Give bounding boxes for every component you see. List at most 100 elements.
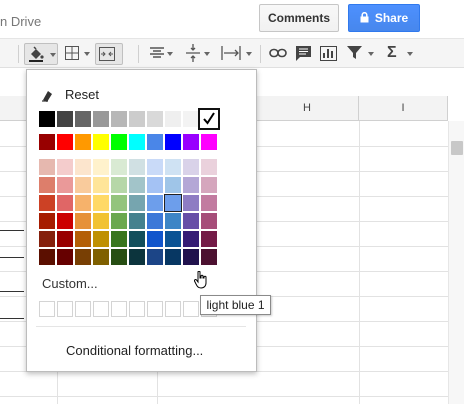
color-swatch-bright-3[interactable] — [75, 134, 91, 150]
color-swatch-shade5-3[interactable] — [75, 231, 91, 247]
color-swatch-shade2-9[interactable] — [183, 177, 199, 193]
hovered-color-swatch[interactable] — [164, 194, 182, 212]
color-swatch-shade4-7[interactable] — [147, 213, 163, 229]
color-swatch-shade4-3[interactable] — [75, 213, 91, 229]
color-swatch-gray-4[interactable] — [93, 111, 109, 127]
insert-comment-button[interactable] — [294, 43, 314, 65]
column-header-i[interactable]: I — [359, 96, 448, 121]
custom-color-slot[interactable] — [93, 301, 109, 317]
color-swatch-shade6-2[interactable] — [57, 249, 73, 265]
color-swatch-shade1-1[interactable] — [39, 159, 55, 175]
color-swatch-shade6-6[interactable] — [129, 249, 145, 265]
color-swatch-bright-10[interactable] — [201, 134, 217, 150]
color-swatch-bright-8[interactable] — [165, 134, 181, 150]
color-swatch-shade4-5[interactable] — [111, 213, 127, 229]
color-swatch-bright-5[interactable] — [111, 134, 127, 150]
color-swatch-shade3-4[interactable] — [93, 195, 109, 211]
column-header-h[interactable]: H — [256, 96, 359, 121]
borders-button[interactable] — [62, 43, 92, 65]
color-swatch-shade3-9[interactable] — [183, 195, 199, 211]
color-swatch-shade5-6[interactable] — [129, 231, 145, 247]
custom-color-slot[interactable] — [57, 301, 73, 317]
share-button[interactable]: Share — [348, 4, 420, 32]
color-swatch-shade2-7[interactable] — [147, 177, 163, 193]
color-swatch-shade4-8[interactable] — [165, 213, 181, 229]
color-swatch-shade3-3[interactable] — [75, 195, 91, 211]
custom-color-slot[interactable] — [75, 301, 91, 317]
color-swatch-shade6-8[interactable] — [165, 249, 181, 265]
color-swatch-shade1-3[interactable] — [75, 159, 91, 175]
color-swatch-bright-9[interactable] — [183, 134, 199, 150]
color-swatch-gray-2[interactable] — [57, 111, 73, 127]
functions-button[interactable]: Σ — [386, 43, 416, 65]
custom-color-slot[interactable] — [147, 301, 163, 317]
color-swatch-shade1-6[interactable] — [129, 159, 145, 175]
color-swatch-shade6-1[interactable] — [39, 249, 55, 265]
color-swatch-bright-7[interactable] — [147, 134, 163, 150]
color-swatch-shade3-7[interactable] — [147, 195, 163, 211]
color-swatch-shade3-5[interactable] — [111, 195, 127, 211]
color-swatch-shade2-1[interactable] — [39, 177, 55, 193]
color-swatch-shade6-5[interactable] — [111, 249, 127, 265]
fill-color-button[interactable] — [24, 43, 58, 65]
custom-color-slot[interactable] — [129, 301, 145, 317]
color-swatch-shade2-6[interactable] — [129, 177, 145, 193]
merge-cells-button[interactable] — [95, 43, 123, 65]
color-swatch-shade1-10[interactable] — [201, 159, 217, 175]
color-swatch-shade4-1[interactable] — [39, 213, 55, 229]
color-swatch-gray-5[interactable] — [111, 111, 127, 127]
conditional-formatting-item[interactable]: Conditional formatting... — [66, 343, 203, 358]
color-swatch-bright-1[interactable] — [39, 134, 55, 150]
color-swatch-shade1-4[interactable] — [93, 159, 109, 175]
color-swatch-gray-9[interactable] — [183, 111, 199, 127]
color-swatch-shade6-3[interactable] — [75, 249, 91, 265]
color-swatch-shade3-1[interactable] — [39, 195, 55, 211]
insert-chart-button[interactable] — [318, 43, 340, 65]
custom-color-slot[interactable] — [111, 301, 127, 317]
reset-color-item[interactable]: Reset — [41, 86, 99, 104]
color-swatch-gray-3[interactable] — [75, 111, 91, 127]
color-swatch-shade6-9[interactable] — [183, 249, 199, 265]
color-swatch-shade2-8[interactable] — [165, 177, 181, 193]
color-swatch-shade2-4[interactable] — [93, 177, 109, 193]
color-swatch-shade2-3[interactable] — [75, 177, 91, 193]
vertical-scrollbar[interactable] — [448, 121, 464, 404]
color-swatch-shade1-7[interactable] — [147, 159, 163, 175]
color-swatch-shade5-1[interactable] — [39, 231, 55, 247]
color-swatch-shade1-8[interactable] — [165, 159, 181, 175]
custom-color-slot[interactable] — [39, 301, 55, 317]
scrollbar-thumb[interactable] — [451, 141, 463, 155]
color-swatch-shade4-2[interactable] — [57, 213, 73, 229]
color-swatch-shade2-10[interactable] — [201, 177, 217, 193]
color-swatch-bright-6[interactable] — [129, 134, 145, 150]
vertical-align-button[interactable] — [184, 43, 214, 65]
color-swatch-gray-8[interactable] — [165, 111, 181, 127]
color-swatch-gray-6[interactable] — [129, 111, 145, 127]
color-swatch-shade4-9[interactable] — [183, 213, 199, 229]
color-swatch-shade1-9[interactable] — [183, 159, 199, 175]
color-swatch-shade2-2[interactable] — [57, 177, 73, 193]
color-swatch-shade1-5[interactable] — [111, 159, 127, 175]
selected-color-swatch[interactable] — [198, 108, 220, 130]
color-swatch-shade3-2[interactable] — [57, 195, 73, 211]
color-swatch-shade3-6[interactable] — [129, 195, 145, 211]
color-swatch-bright-2[interactable] — [57, 134, 73, 150]
comments-button[interactable]: Comments — [259, 4, 339, 32]
custom-color-slot[interactable] — [165, 301, 181, 317]
color-swatch-shade5-5[interactable] — [111, 231, 127, 247]
custom-color-slot[interactable] — [183, 301, 199, 317]
color-swatch-shade6-7[interactable] — [147, 249, 163, 265]
color-swatch-bright-4[interactable] — [93, 134, 109, 150]
color-swatch-shade2-5[interactable] — [111, 177, 127, 193]
color-swatch-shade1-2[interactable] — [57, 159, 73, 175]
color-swatch-shade4-10[interactable] — [201, 213, 217, 229]
color-swatch-shade5-7[interactable] — [147, 231, 163, 247]
color-swatch-shade5-9[interactable] — [183, 231, 199, 247]
insert-link-button[interactable] — [268, 43, 288, 65]
color-swatch-shade5-8[interactable] — [165, 231, 181, 247]
color-swatch-gray-1[interactable] — [39, 111, 55, 127]
color-swatch-shade5-10[interactable] — [201, 231, 217, 247]
horizontal-align-button[interactable] — [148, 43, 176, 65]
color-swatch-shade6-10[interactable] — [201, 249, 217, 265]
text-wrap-button[interactable] — [220, 43, 256, 65]
